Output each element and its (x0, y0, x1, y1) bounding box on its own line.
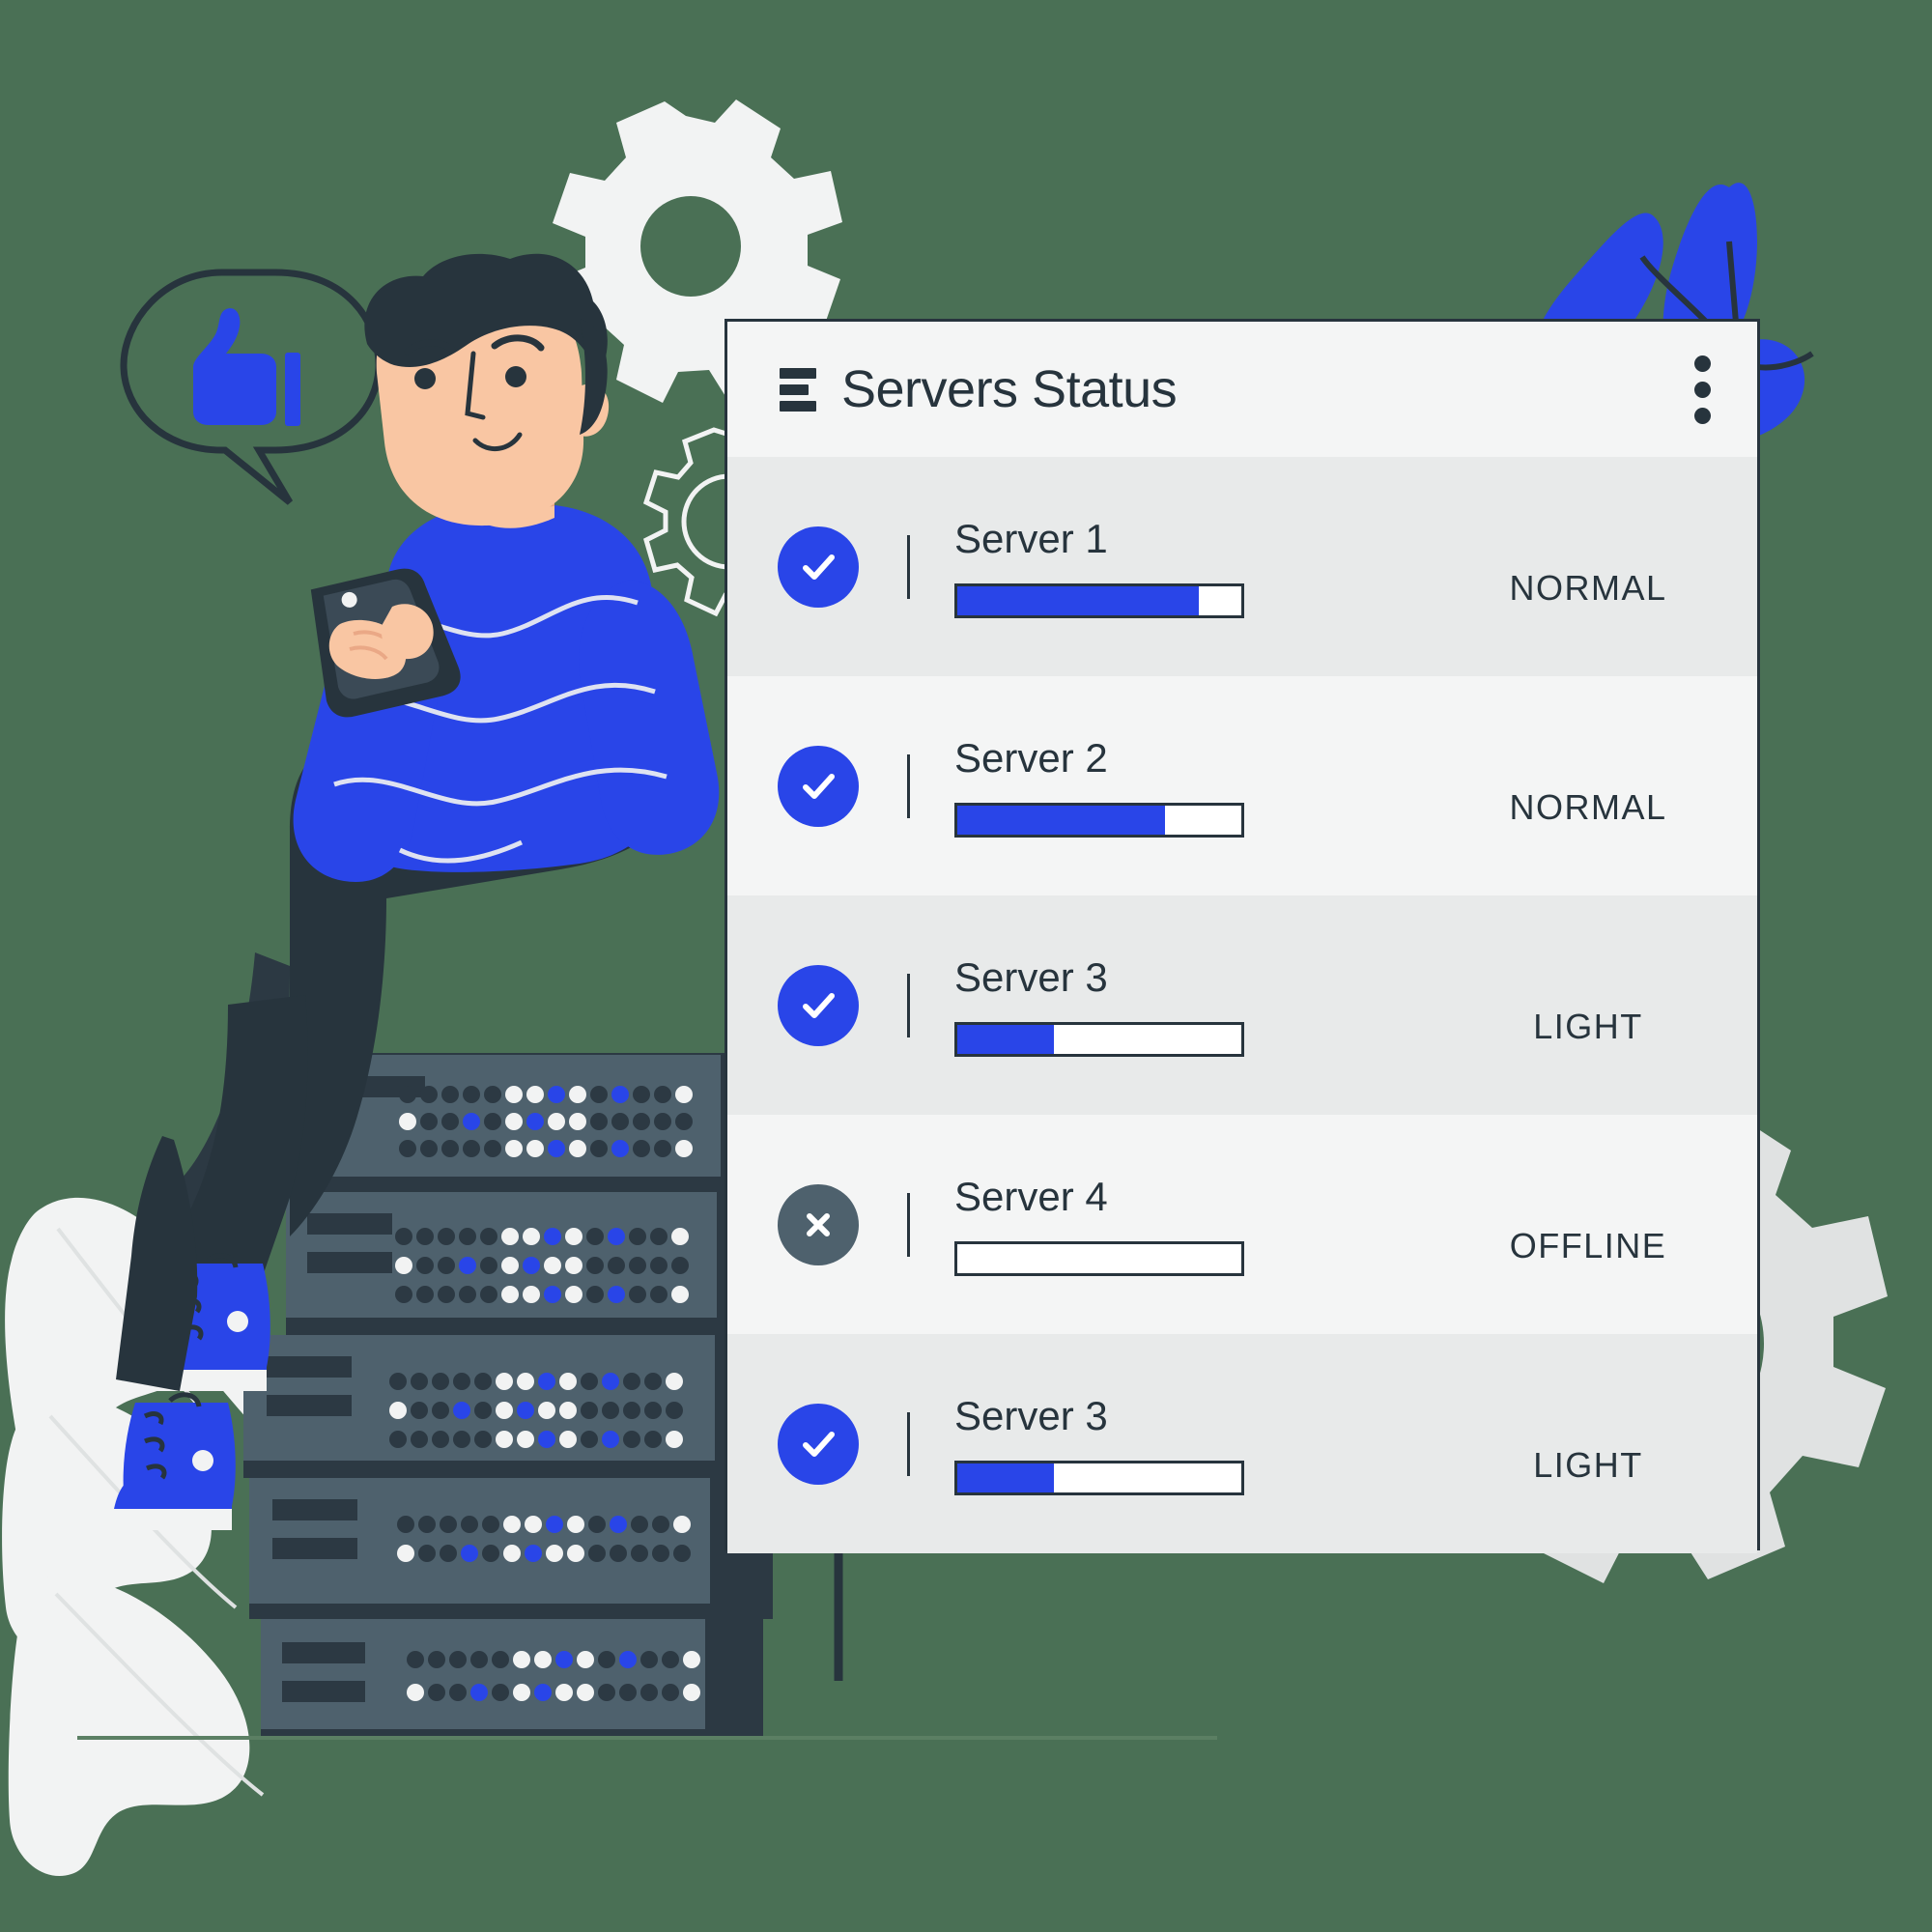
speech-bubble (120, 269, 383, 505)
server-info: Server 3 (954, 1393, 1438, 1495)
server-info: Server 1 (954, 516, 1438, 618)
thumbs-up-icon (193, 308, 276, 425)
row-divider (907, 1411, 910, 1476)
status-badge-label: NORMAL (1509, 567, 1667, 608)
servers-status-card: Servers Status Server 1 NORMAL Server 2 NOR… (724, 319, 1760, 1553)
row-divider (907, 1192, 910, 1257)
row-divider (907, 753, 910, 818)
load-progress-fill (957, 1024, 1054, 1054)
check-circle-icon[interactable] (778, 745, 859, 827)
server-name: Server 4 (954, 1173, 1108, 1219)
status-badge-label: NORMAL (1509, 786, 1667, 827)
illustration-stage: Servers Status Server 1 NORMAL Server 2 NOR… (0, 0, 1932, 1932)
server-info: Server 3 (954, 954, 1438, 1057)
server-row[interactable]: Server 3 LIGHT (727, 1334, 1757, 1553)
load-progress-bar (954, 1240, 1244, 1276)
check-circle-icon[interactable] (778, 964, 859, 1046)
status-badge-label: OFFLINE (1509, 1225, 1667, 1265)
load-progress-fill (957, 805, 1165, 835)
server-name: Server 1 (954, 515, 1108, 561)
check-circle-icon[interactable] (778, 1403, 859, 1485)
server-row[interactable]: Server 3 LIGHT (727, 895, 1757, 1115)
server-row[interactable]: Server 4 OFFLINE (727, 1115, 1757, 1334)
ground-line (77, 1736, 1217, 1740)
kebab-menu-icon[interactable] (1693, 355, 1711, 424)
server-info: Server 2 (954, 735, 1438, 838)
load-progress-bar (954, 582, 1244, 618)
status-badge-label: LIGHT (1533, 1006, 1643, 1046)
check-circle-icon[interactable] (778, 526, 859, 608)
server-name: Server 3 (954, 953, 1108, 1000)
hamburger-icon[interactable] (780, 367, 816, 412)
thumbs-up-icon (285, 353, 300, 426)
status-badge-label: LIGHT (1533, 1444, 1643, 1485)
row-divider (907, 534, 910, 599)
server-name: Server 3 (954, 1392, 1108, 1438)
server-row[interactable]: Server 1 NORMAL (727, 457, 1757, 676)
card-header: Servers Status (727, 322, 1757, 457)
page-title: Servers Status (841, 360, 1178, 418)
load-progress-fill (957, 1463, 1054, 1492)
load-progress-bar (954, 1460, 1244, 1495)
load-progress-bar (954, 1021, 1244, 1057)
x-circle-icon[interactable] (778, 1183, 859, 1265)
load-progress-fill (957, 585, 1199, 615)
server-row[interactable]: Server 2 NORMAL (727, 676, 1757, 895)
load-progress-bar (954, 802, 1244, 838)
server-name: Server 2 (954, 734, 1108, 781)
row-divider (907, 973, 910, 1037)
server-list: Server 1 NORMAL Server 2 NORMAL Server 3 LIGH… (727, 457, 1757, 1553)
server-info: Server 4 (954, 1174, 1438, 1276)
